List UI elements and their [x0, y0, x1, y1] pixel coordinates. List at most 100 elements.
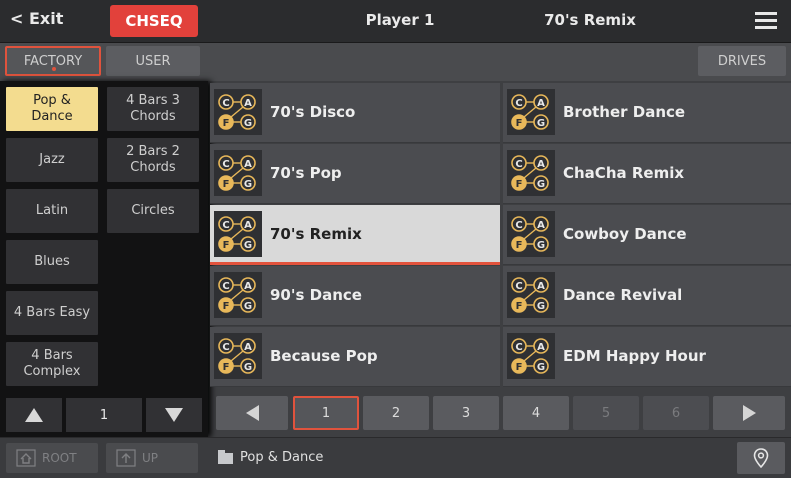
page-5-button: 5 — [573, 396, 639, 430]
player-label: Player 1 — [365, 11, 435, 29]
page-4-button[interactable]: 4 — [503, 396, 569, 430]
svg-text:A: A — [537, 342, 545, 353]
svg-text:F: F — [516, 362, 523, 373]
chord-sequence-item[interactable]: C A F G EDM Happy Hour — [503, 327, 791, 387]
chord-sequence-icon: C A F G — [214, 89, 262, 135]
user-tab[interactable]: USER — [106, 46, 200, 76]
root-button-label: ROOT — [42, 451, 77, 465]
chord-sequence-icon: C A F G — [507, 211, 555, 257]
up-button[interactable]: UP — [106, 443, 198, 473]
location-button[interactable] — [737, 442, 785, 474]
arrow-left-icon — [245, 405, 259, 421]
category-page-down-button[interactable] — [146, 398, 202, 432]
chord-sequence-item[interactable]: C A F G ChaCha Remix — [503, 144, 791, 204]
svg-text:G: G — [244, 240, 252, 251]
svg-text:F: F — [223, 118, 230, 129]
svg-text:G: G — [244, 179, 252, 190]
chord-sequence-item[interactable]: C A F G Because Pop — [210, 327, 500, 387]
chord-sequence-icon: C A F G — [507, 333, 555, 379]
svg-text:C: C — [222, 342, 229, 353]
svg-text:C: C — [515, 281, 522, 292]
chseq-mode-button[interactable]: CHSEQ — [110, 5, 198, 37]
selection-indicator — [210, 262, 500, 265]
chord-sequence-icon: C A F G — [214, 272, 262, 318]
category-blues[interactable]: Blues — [6, 240, 98, 284]
category-4-bars-3-chords[interactable]: 4 Bars 3 Chords — [107, 87, 199, 131]
exit-button[interactable]: < Exit — [10, 9, 63, 28]
chord-sequence-item[interactable]: C A F G 90's Dance — [210, 266, 500, 326]
svg-text:C: C — [222, 220, 229, 231]
arrow-up-icon — [25, 408, 43, 422]
drives-button[interactable]: DRIVES — [698, 46, 786, 76]
svg-text:F: F — [223, 240, 230, 251]
chord-sequence-icon: C A F G — [507, 272, 555, 318]
factory-tab[interactable]: FACTORY — [5, 46, 101, 76]
up-button-label: UP — [142, 451, 159, 465]
svg-text:A: A — [244, 281, 252, 292]
page-next-button[interactable] — [713, 396, 785, 430]
root-button[interactable]: ROOT — [6, 443, 98, 473]
page-2-button[interactable]: 2 — [363, 396, 429, 430]
svg-text:C: C — [222, 159, 229, 170]
svg-text:C: C — [222, 281, 229, 292]
chord-sequence-icon: C A F G — [214, 150, 262, 196]
category-4-bars-complex[interactable]: 4 Bars Complex — [6, 342, 98, 386]
page-1-button[interactable]: 1 — [293, 396, 359, 430]
chord-sequence-item[interactable]: C A F G Dance Revival — [503, 266, 791, 326]
chord-sequence-item[interactable]: C A F G 70's Remix — [210, 205, 500, 265]
category-page-up-button[interactable] — [6, 398, 62, 432]
chord-sequence-label: Dance Revival — [563, 286, 683, 304]
svg-text:F: F — [516, 240, 523, 251]
location-pin-icon — [753, 448, 769, 468]
chord-sequence-label: 90's Dance — [270, 286, 362, 304]
category-page-number: 1 — [66, 398, 142, 432]
category-jazz[interactable]: Jazz — [6, 138, 98, 182]
chord-sequence-icon: C A F G — [214, 333, 262, 379]
chord-sequence-label: 70's Remix — [270, 225, 362, 243]
top-bar: < Exit CHSEQ Player 1 70's Remix — [0, 0, 791, 43]
svg-text:C: C — [222, 98, 229, 109]
folder-up-icon — [116, 449, 136, 467]
chord-sequence-label: Cowboy Dance — [563, 225, 687, 243]
chord-sequence-item[interactable]: C A F G Cowboy Dance — [503, 205, 791, 265]
source-tabs-bar: FACTORY USER DRIVES — [0, 43, 791, 81]
svg-text:F: F — [223, 179, 230, 190]
svg-text:A: A — [537, 159, 545, 170]
chord-sequence-icon: C A F G — [507, 89, 555, 135]
chord-sequence-label: 70's Pop — [270, 164, 342, 182]
chord-sequence-icon: C A F G — [214, 211, 262, 257]
svg-text:G: G — [537, 240, 545, 251]
page-prev-button[interactable] — [216, 396, 288, 430]
current-song-label: 70's Remix — [544, 11, 636, 29]
svg-text:G: G — [537, 118, 545, 129]
svg-text:F: F — [516, 301, 523, 312]
svg-text:C: C — [515, 159, 522, 170]
svg-text:G: G — [244, 301, 252, 312]
svg-text:A: A — [244, 220, 252, 231]
chord-sequence-item[interactable]: C A F G 70's Pop — [210, 144, 500, 204]
svg-text:F: F — [516, 118, 523, 129]
bottom-bar: ROOT UP Pop & Dance — [0, 437, 791, 478]
page-3-button[interactable]: 3 — [433, 396, 499, 430]
svg-text:C: C — [515, 98, 522, 109]
category-2-bars-2-chords[interactable]: 2 Bars 2 Chords — [107, 138, 199, 182]
chord-sequence-label: EDM Happy Hour — [563, 347, 706, 365]
menu-icon[interactable] — [755, 12, 777, 30]
chord-sequence-label: Brother Dance — [563, 103, 686, 121]
svg-text:F: F — [516, 179, 523, 190]
category-latin[interactable]: Latin — [6, 189, 98, 233]
page-6-button: 6 — [643, 396, 709, 430]
chord-sequence-item[interactable]: C A F G 70's Disco — [210, 83, 500, 143]
chord-sequence-item[interactable]: C A F G Brother Dance — [503, 83, 791, 143]
chord-sequence-label: 70's Disco — [270, 103, 356, 121]
category-pop-dance[interactable]: Pop & Dance — [6, 87, 98, 131]
svg-text:G: G — [537, 179, 545, 190]
svg-text:F: F — [223, 301, 230, 312]
category-circles[interactable]: Circles — [107, 189, 199, 233]
svg-text:G: G — [537, 301, 545, 312]
svg-text:A: A — [537, 220, 545, 231]
svg-text:C: C — [515, 220, 522, 231]
category-panel: Pop & Dance 4 Bars 3 Chords Jazz 2 Bars … — [0, 81, 208, 437]
category-4-bars-easy[interactable]: 4 Bars Easy — [6, 291, 98, 335]
svg-text:A: A — [537, 98, 545, 109]
